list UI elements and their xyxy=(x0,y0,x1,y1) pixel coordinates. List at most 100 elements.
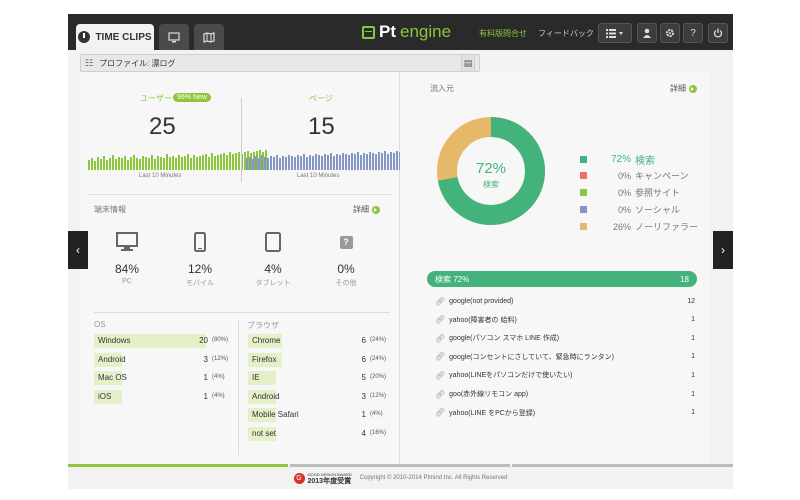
copyright-text: Copyright © 2010-2014 Ptmind Inc. All Ri… xyxy=(359,475,508,481)
browser-name: not set xyxy=(252,428,277,438)
tab-time-clips-label: TIME CLIPS xyxy=(95,31,152,43)
referrer-detail-link[interactable]: 詳細 xyxy=(670,83,697,94)
device-info-title: 端末情報 xyxy=(94,205,126,214)
os-name: Android xyxy=(98,354,126,364)
feedback-link[interactable]: フィードバック xyxy=(538,28,594,39)
sparkline-bar xyxy=(148,158,150,170)
sparkline-bar xyxy=(255,156,257,170)
keyword-row[interactable]: 🔗︎ google(not provided) 12 xyxy=(435,294,695,308)
breadcrumb-text: プロファイル: 漂ログ xyxy=(99,58,176,68)
sparkline-bar xyxy=(151,155,153,170)
link-icon: 🔗︎ xyxy=(435,296,446,306)
tab-monitor[interactable] xyxy=(159,24,189,50)
selected-source-count: 18 xyxy=(680,274,689,284)
sparkline-bar xyxy=(109,158,111,170)
legend-label: キャンペーン xyxy=(635,171,689,181)
keyword-text: google(not provided) xyxy=(449,297,514,305)
legend-item[interactable]: 72% 検索 xyxy=(580,152,655,167)
help-button[interactable]: ? xyxy=(683,23,703,43)
os-pct: (80%) xyxy=(212,337,229,343)
browser-pct: (20%) xyxy=(370,374,387,380)
sparkline-bar xyxy=(354,154,356,170)
os-name: Mac OS xyxy=(98,373,127,382)
sparkline-bar xyxy=(288,155,290,170)
keyword-count: 1 xyxy=(691,371,695,379)
os-count: 20 xyxy=(199,336,208,345)
sparkline-bar xyxy=(235,153,237,170)
sparkline-bar xyxy=(169,157,171,170)
next-arrow-button[interactable]: › xyxy=(713,231,733,269)
map-icon xyxy=(203,31,215,43)
sparkline-bar xyxy=(178,155,180,170)
sparkline-bar xyxy=(339,155,341,170)
sparkline-bar xyxy=(375,154,377,170)
menu-button[interactable] xyxy=(598,23,632,43)
browser-count: 3 xyxy=(361,391,366,401)
browser-name: Chrome xyxy=(252,336,281,345)
trial-inquiry-link[interactable]: 有料版問合せ xyxy=(479,28,527,39)
sparkline-bar xyxy=(357,152,359,170)
pages-label: ページ xyxy=(309,94,333,103)
sparkline-bar xyxy=(297,155,299,170)
sparkline-bar xyxy=(163,158,165,170)
donut-center-pct: 72% xyxy=(476,160,506,177)
link-icon: 🔗︎ xyxy=(435,389,446,399)
referrer-title: 流入元 xyxy=(430,84,454,93)
browser-row: Firefox 6 (24%) xyxy=(248,352,392,367)
keyword-row[interactable]: 🔗︎ yahoo(障害者の 給料) 1 xyxy=(435,313,695,327)
keyword-row[interactable]: 🔗︎ yahoo(LINEをパソコンだけで使いたい) 1 xyxy=(435,368,695,382)
save-profile-button[interactable]: ▤ xyxy=(461,54,475,72)
os-row: Windows 20 (80%) xyxy=(94,334,234,348)
os-name: Windows xyxy=(98,336,131,345)
sparkline-bar xyxy=(88,160,90,170)
keyword-count: 12 xyxy=(687,297,695,305)
sparkline-bar xyxy=(172,156,174,170)
keyword-text: yahoo(障害者の 給料) xyxy=(449,316,517,324)
sparkline-bar xyxy=(145,157,147,170)
browser-count: 6 xyxy=(361,354,366,364)
tab-time-clips[interactable]: TIME CLIPS xyxy=(76,24,154,50)
sparkline-bar xyxy=(181,157,183,170)
monitor-icon xyxy=(168,31,180,42)
sparkline-bar xyxy=(211,153,213,170)
os-browser-divider xyxy=(238,320,239,455)
legend-item[interactable]: 0% ソーシャル xyxy=(580,203,680,216)
ptengine-logo: Pt engine xyxy=(362,22,451,42)
legend-pct: 72% xyxy=(610,154,631,165)
device-mobile-name: モバイル xyxy=(186,280,214,287)
user-button[interactable] xyxy=(637,23,657,43)
realtime-panel: ユーザー 96% New 25 Last 10 Minutes ページ 15 L… xyxy=(80,72,425,464)
keyword-row[interactable]: 🔗︎ yahoo(LINE をPCから登録) 1 xyxy=(435,406,695,420)
sparkline-bar xyxy=(270,156,272,170)
sparkline-bar xyxy=(175,158,177,170)
sparkline-bar xyxy=(267,158,269,170)
settings-button[interactable] xyxy=(660,23,680,43)
sparkline-bar xyxy=(196,157,198,170)
chevron-right-icon: › xyxy=(721,243,725,257)
legend-item[interactable]: 0% 参照サイト xyxy=(580,186,680,199)
sparkline-bar xyxy=(390,152,392,170)
os-name: iOS xyxy=(98,391,112,401)
sparkline-bar xyxy=(261,155,263,170)
legend-item[interactable]: 26% ノーリファラー xyxy=(580,220,698,233)
prev-arrow-button[interactable]: ‹ xyxy=(68,231,88,269)
legend-item[interactable]: 0% キャンペーン xyxy=(580,169,689,182)
keyword-row[interactable]: 🔗︎ google(パソコン スマホ LINE 作成) 1 xyxy=(435,331,695,345)
browser-name: IE xyxy=(252,373,260,382)
breadcrumb[interactable]: ☷ プロファイル: 漂ログ xyxy=(80,54,480,72)
tab-map[interactable] xyxy=(194,24,224,50)
browser-count: 4 xyxy=(361,428,366,438)
legend-pct: 0% xyxy=(617,170,631,181)
logout-button[interactable] xyxy=(708,23,728,43)
sparkline-bar xyxy=(351,153,353,170)
sparkline-bar xyxy=(273,157,275,170)
keyword-row[interactable]: 🔗︎ goo(赤外線リモコン app) 1 xyxy=(435,387,695,401)
selected-source-bar[interactable]: 検索 72% 18 xyxy=(427,271,697,287)
keyword-text: goo(赤外線リモコン app) xyxy=(449,391,529,398)
keyword-row[interactable]: 🔗︎ google(コンセントにさしていて、緊急時にランタン) 1 xyxy=(435,350,695,364)
os-pct: (4%) xyxy=(212,392,225,399)
sparkline-bar xyxy=(226,155,228,170)
sparkline-bar xyxy=(360,155,362,170)
device-detail-link[interactable]: 詳細 xyxy=(353,204,380,215)
device-other-name: その他 xyxy=(335,280,357,287)
